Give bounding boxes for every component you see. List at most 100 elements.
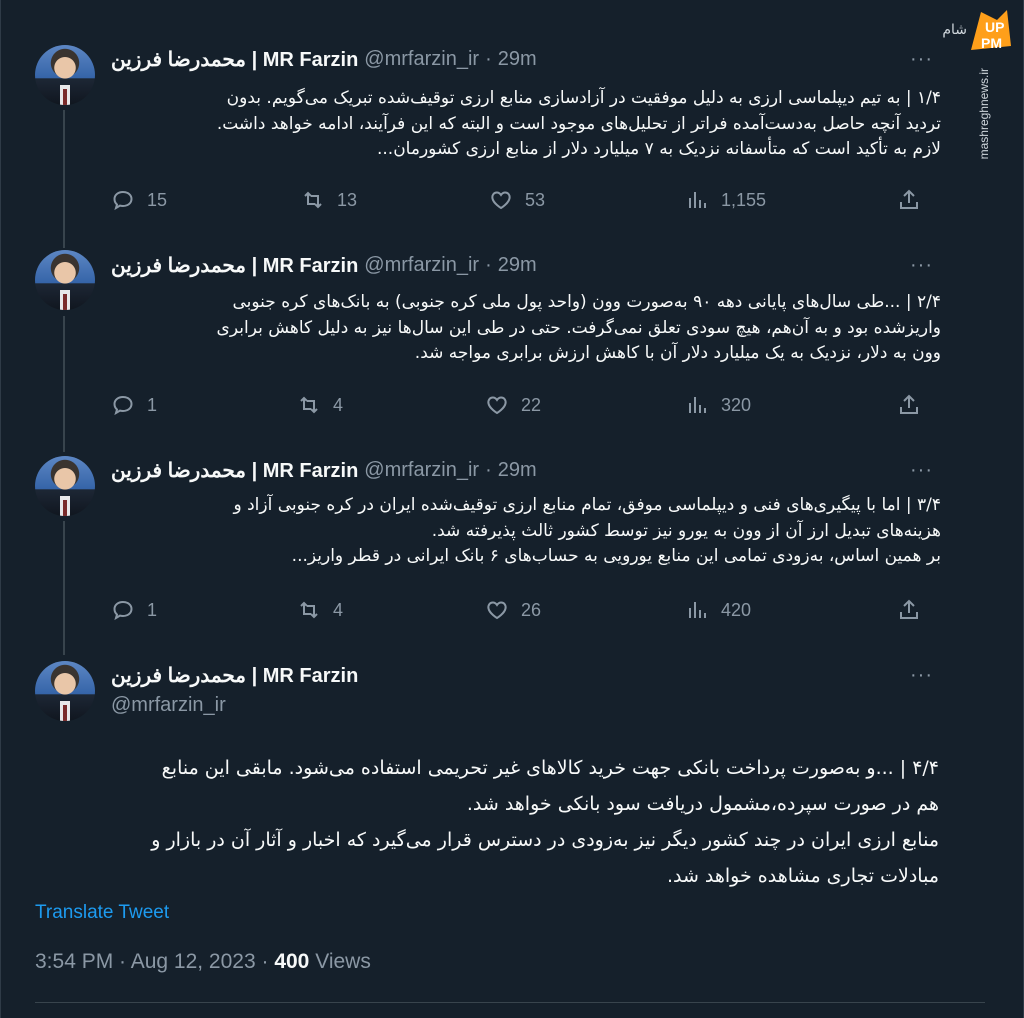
separator-dot: · — [485, 47, 492, 70]
tweet-text: ۲/۴ | ...طی سال‌های پایانی دهه ۹۰ به‌صور… — [111, 290, 941, 367]
avatar[interactable] — [35, 250, 95, 310]
share-icon — [900, 189, 918, 209]
author-handle[interactable]: @mrfarzin_ir — [364, 459, 479, 482]
tweet-actions: 1 4 26 420 — [111, 598, 931, 628]
retweet-count: 13 — [337, 189, 358, 210]
author-name[interactable]: محمدرضا فرزین | MR Farzin — [111, 253, 358, 278]
tweet-line: ۳/۴ | اما با پیگیری‌های فنی و دیپلماسی م… — [233, 495, 941, 515]
separator-dot: · — [485, 458, 492, 481]
reply-button[interactable]: 1 — [111, 598, 157, 622]
tweet-handle-row: @mrfarzin_ir — [111, 690, 226, 720]
avatar[interactable] — [35, 45, 95, 105]
views-label: Views — [309, 950, 371, 973]
tweet-timestamp[interactable]: 3:54 PM · Aug 12, 2023 · — [35, 950, 274, 973]
avatar[interactable] — [35, 661, 95, 721]
tweet-text: ۳/۴ | اما با پیگیری‌های فنی و دیپلماسی م… — [111, 493, 941, 570]
watermark-logo-icon: UP PM — [971, 10, 1011, 51]
reply-icon — [113, 395, 133, 416]
avatar[interactable] — [35, 456, 95, 516]
tweet-line: واریزشده بود و به آن‌هم، هیچ سودی تعلق ن… — [216, 317, 941, 338]
like-button[interactable]: 22 — [485, 393, 541, 417]
reply-count: 1 — [147, 599, 158, 620]
tweet-line: ۱/۴ | به تیم دیپلماسی ارزی به دلیل موفقی… — [226, 88, 941, 108]
watermark: UP PM شام mashreghnews.ir — [942, 6, 1017, 159]
share-button[interactable] — [897, 188, 921, 212]
like-button[interactable]: 26 — [485, 598, 541, 622]
svg-text:UP: UP — [985, 19, 1004, 35]
svg-text:PM: PM — [981, 35, 1002, 51]
more-icon[interactable]: ··· — [910, 254, 933, 277]
views-count: 420 — [721, 599, 752, 620]
tweet-line: منابع ارزی ایران در چند کشور دیگر نیز به… — [151, 829, 939, 851]
translate-tweet-link[interactable]: Translate Tweet — [35, 902, 169, 924]
watermark-fa: شام — [942, 22, 967, 38]
views-icon — [689, 192, 706, 208]
tweet-line: مبادلات تجاری مشاهده خواهد شد. — [666, 865, 939, 887]
share-button[interactable] — [897, 598, 921, 622]
like-count: 26 — [521, 599, 542, 620]
retweet-icon — [300, 396, 318, 414]
reply-button[interactable]: 15 — [111, 188, 167, 212]
retweet-icon — [300, 601, 318, 619]
views-total: 400 — [274, 950, 310, 973]
thread-line — [63, 521, 65, 655]
tweet-line: هزینه‌های تبدیل ارز آن از وون به یورو نی… — [431, 520, 941, 541]
views-count: 1,155 — [721, 189, 767, 210]
more-icon[interactable]: ··· — [910, 664, 933, 687]
author-name[interactable]: محمدرضا فرزین | MR Farzin — [111, 663, 358, 688]
tweet-actions: 15 13 53 1,155 — [111, 188, 931, 218]
divider — [35, 1002, 985, 1003]
author-handle[interactable]: @mrfarzin_ir — [364, 48, 479, 71]
tweet-actions: 1 4 22 320 — [111, 393, 931, 423]
watermark-text: mashreghnews.ir — [977, 68, 991, 160]
views-button[interactable]: 1,155 — [685, 188, 766, 212]
author-name[interactable]: محمدرضا فرزین | MR Farzin — [111, 458, 358, 483]
tweet-line: هم در صورت سپرده،مشمول دریافت سود بانکی … — [466, 793, 939, 815]
views-button[interactable]: 320 — [685, 393, 751, 417]
tweet-header: محمدرضا فرزین | MR Farzin — [111, 660, 358, 690]
more-icon[interactable]: ··· — [910, 48, 933, 71]
like-icon — [487, 396, 507, 415]
like-icon — [491, 191, 511, 210]
tweet-time[interactable]: 29m — [498, 48, 537, 71]
author-handle[interactable]: @mrfarzin_ir — [111, 694, 226, 717]
retweet-button[interactable]: 13 — [301, 188, 357, 212]
more-icon[interactable]: ··· — [910, 459, 933, 482]
reply-button[interactable]: 1 — [111, 393, 157, 417]
reply-icon — [113, 600, 133, 621]
tweet-line: ۴/۴ | ...و به‌صورت پرداخت بانکی جهت خرید… — [161, 757, 939, 779]
author-name[interactable]: محمدرضا فرزین | MR Farzin — [111, 47, 358, 72]
retweet-icon — [304, 191, 322, 209]
views-button[interactable]: 420 — [685, 598, 751, 622]
like-icon — [487, 601, 507, 620]
tweet-time[interactable]: 29m — [498, 459, 537, 482]
like-count: 53 — [525, 189, 546, 210]
tweet-line: بر همین اساس، به‌زودی تمامی این منابع یو… — [291, 546, 941, 566]
author-handle[interactable]: @mrfarzin_ir — [364, 254, 479, 277]
share-icon — [900, 599, 918, 619]
timeline-frame: UP PM شام mashreghnews.ir محمدرضا فرزین … — [0, 0, 1024, 1018]
retweet-count: 4 — [333, 394, 344, 415]
tweet-text: ۴/۴ | ...و به‌صورت پرداخت بانکی جهت خرید… — [35, 750, 939, 894]
retweet-button[interactable]: 4 — [297, 393, 343, 417]
views-count: 320 — [721, 394, 752, 415]
tweet-line: لازم به تأکید است که متأسفانه نزدیک به ۷… — [376, 139, 941, 159]
tweet-meta: 3:54 PM · Aug 12, 2023 · 400 Views — [35, 950, 371, 974]
tweet-text: ۱/۴ | به تیم دیپلماسی ارزی به دلیل موفقی… — [111, 86, 941, 163]
tweet-line: تردید آنچه حاصل به‌دست‌آمده فراتر از تحل… — [216, 113, 941, 134]
reply-icon — [113, 190, 133, 211]
separator-dot: · — [485, 253, 492, 276]
tweet-time[interactable]: 29m — [498, 254, 537, 277]
thread-line — [63, 316, 65, 452]
tweet-line: ۲/۴ | ...طی سال‌های پایانی دهه ۹۰ به‌صور… — [232, 292, 941, 312]
views-icon — [689, 397, 706, 413]
share-button[interactable] — [897, 393, 921, 417]
share-icon — [900, 394, 918, 414]
retweet-count: 4 — [333, 599, 344, 620]
views-icon — [689, 602, 706, 618]
reply-count: 1 — [147, 394, 158, 415]
thread-line — [63, 110, 65, 248]
reply-count: 15 — [147, 189, 168, 210]
like-button[interactable]: 53 — [489, 188, 545, 212]
retweet-button[interactable]: 4 — [297, 598, 343, 622]
